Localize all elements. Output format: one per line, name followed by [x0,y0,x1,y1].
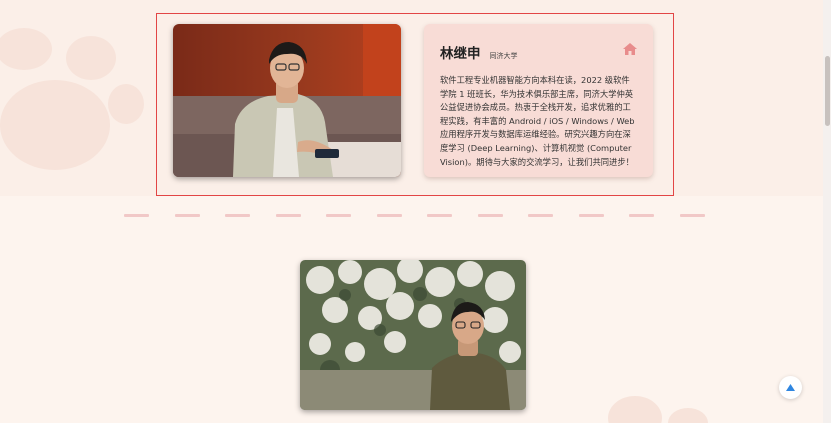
paw-print-decoration [108,84,144,124]
divider-dash [124,214,149,217]
profile-name: 林继申 [440,46,481,62]
profile-bio: 软件工程专业机器智能方向本科在读，2022 级软件学院 1 班班长，华为技术俱乐… [440,75,635,167]
arrow-up-icon [786,384,795,391]
profile-info-card: 林继申 同济大学 软件工程专业机器智能方向本科在读，2022 级软件学院 1 班… [424,24,653,177]
divider-dash [629,214,654,217]
home-icon[interactable] [623,43,637,55]
divider-dash [679,214,705,217]
profile-school: 同济大学 [489,52,518,60]
divider-dash [376,214,402,217]
profile-photo [173,24,401,177]
divider-dash [275,214,301,217]
divider-dash [326,214,351,217]
scrollbar-thumb[interactable] [825,56,830,126]
divider-dash [528,214,553,217]
divider-dash [477,214,503,217]
paw-print-decoration [608,396,662,423]
portrait-photo-icon [173,24,401,177]
back-to-top-button[interactable] [779,376,802,399]
paw-print-decoration [0,80,110,170]
profile-name-row: 林继申 同济大学 [440,42,637,62]
section-divider [124,214,705,217]
divider-dash [427,214,452,217]
gallery-photo [300,260,526,410]
page-scrollbar[interactable] [823,0,831,423]
paw-print-decoration [66,36,116,80]
divider-dash [578,214,604,217]
divider-dash [225,214,250,217]
divider-dash [174,214,200,217]
blossom-portrait-photo-icon [300,260,526,410]
paw-print-decoration [668,408,708,423]
